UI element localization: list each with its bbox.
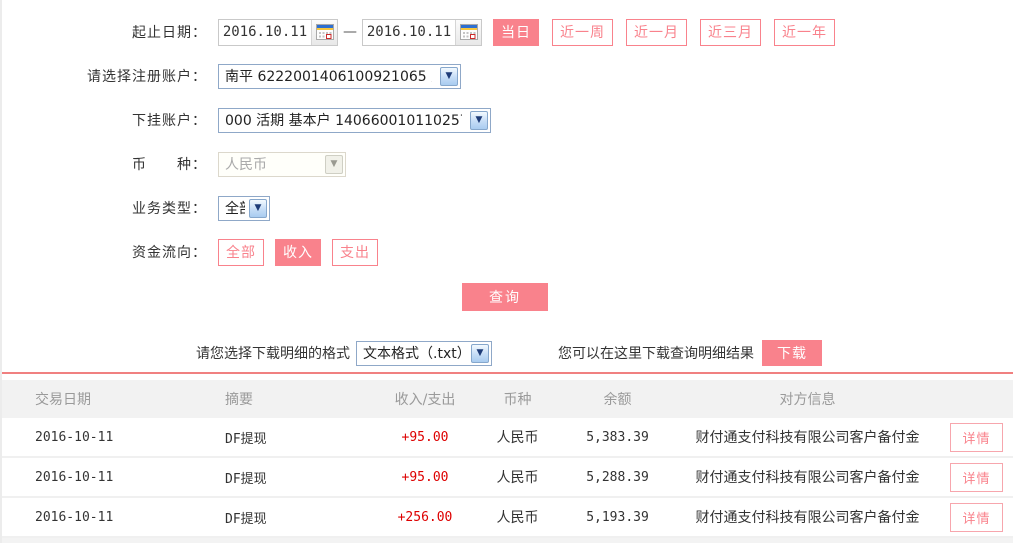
sub-account-label: 下挂账户： [132,113,207,129]
cell-counterparty: 财付通支付科技有限公司客户备付金 [695,470,920,486]
section-divider-line [0,372,1013,374]
table-row: 2016-10-11 DF提现 +95.00 人民币 5,383.39 财付通支… [0,418,1013,458]
chevron-down-icon: ▼ [470,110,488,130]
header-amount: 收入/支出 [394,392,456,408]
currency-row: 币 种： 人民币 ▼ [0,150,1013,178]
quick-range-month-button[interactable]: 近一月 [626,18,687,46]
quick-range-today-button[interactable]: 当日 [493,18,539,46]
cell-summary: DF提现 [225,471,267,487]
download-format-value: 文本格式（.txt） [363,346,463,362]
cell-summary: DF提现 [225,511,267,527]
table-row: 2016-10-11 DF提现 +95.00 人民币 5,288.39 财付通支… [0,458,1013,498]
cell-counterparty: 财付通支付科技有限公司客户备付金 [695,430,920,446]
business-type-value: 全部 [225,201,245,217]
header-balance: 余额 [603,392,632,408]
chevron-down-icon: ▼ [440,66,458,86]
sub-account-select[interactable]: 000 活期 基本户 1406600101102571848 ▼ [218,107,491,133]
cell-currency: 人民币 [496,430,539,446]
fund-flow-row: 资金流向： 全部 收入 支出 [0,238,1013,266]
chevron-down-icon: ▼ [471,343,489,363]
start-date-calendar-button[interactable] [311,19,337,45]
fund-flow-label: 资金流向： [132,245,207,261]
sub-account-row: 下挂账户： 000 活期 基本户 1406600101102571848 ▼ [0,106,1013,134]
fund-flow-expense-button[interactable]: 支出 [332,238,378,266]
fund-flow-income-button[interactable]: 收入 [275,238,321,266]
registered-account-select[interactable]: 南平 6222001406100921065 灵通卡 ▼ [218,63,461,89]
calendar-icon [459,24,478,40]
calendar-icon [315,24,334,40]
cell-amount: +95.00 [401,469,449,485]
query-form: 起止日期： 2016.10.11 — 2016.10.11 当日 近一周 近一月… [0,0,1013,311]
download-format-select[interactable]: 文本格式（.txt） ▼ [356,340,492,366]
download-button[interactable]: 下载 [762,340,822,366]
detail-button[interactable]: 详情 [950,422,1003,452]
start-date-input[interactable]: 2016.10.11 [218,18,338,46]
end-date-value[interactable]: 2016.10.11 [363,24,455,40]
detail-button[interactable]: 详情 [950,462,1003,492]
currency-select: 人民币 ▼ [218,151,346,177]
cell-balance: 5,288.39 [586,469,649,485]
bottom-separator-strip [0,538,1013,543]
date-range-row: 起止日期： 2016.10.11 — 2016.10.11 当日 近一周 近一月… [0,18,1013,46]
cell-balance: 5,193.39 [586,509,649,525]
date-range-separator: — [343,24,357,40]
chevron-down-icon: ▼ [249,198,267,218]
quick-range-year-button[interactable]: 近一年 [774,18,835,46]
table-header-row: 交易日期 摘要 收入/支出 币种 余额 对方信息 [0,380,1013,418]
quick-range-week-button[interactable]: 近一周 [552,18,613,46]
cell-balance: 5,383.39 [586,429,649,445]
page-left-border [0,0,2,543]
fund-flow-all-button[interactable]: 全部 [218,238,264,266]
end-date-calendar-button[interactable] [455,19,481,45]
registered-account-value: 南平 6222001406100921065 灵通卡 [225,69,432,85]
currency-label: 币 种： [132,157,207,173]
detail-button[interactable]: 详情 [950,502,1003,532]
cell-date: 2016-10-11 [35,509,114,525]
download-hint-text: 您可以在这里下载查询明细结果 [558,346,754,362]
query-button[interactable]: 查询 [462,283,548,311]
header-currency: 币种 [503,392,532,408]
business-type-row: 业务类型： 全部 ▼ [0,194,1013,222]
registered-account-label: 请选择注册账户： [87,69,207,85]
cell-summary: DF提现 [225,431,267,447]
end-date-input[interactable]: 2016.10.11 [362,18,482,46]
cell-currency: 人民币 [496,510,539,526]
cell-counterparty: 财付通支付科技有限公司客户备付金 [695,510,920,526]
header-counterparty: 对方信息 [779,392,836,408]
download-format-label: 请您选择下载明细的格式 [196,346,350,362]
download-row: 请您选择下载明细的格式 文本格式（.txt） ▼ 您可以在这里下载查询明细结果 … [0,340,1013,366]
quick-range-3months-button[interactable]: 近三月 [700,18,761,46]
currency-value: 人民币 [225,157,267,173]
sub-account-value: 000 活期 基本户 1406600101102571848 [225,113,462,129]
cell-amount: +95.00 [401,429,449,445]
cell-date: 2016-10-11 [35,469,114,485]
business-type-label: 业务类型： [132,201,207,217]
business-type-select[interactable]: 全部 ▼ [218,195,270,221]
header-date: 交易日期 [35,392,91,408]
registered-account-row: 请选择注册账户： 南平 6222001406100921065 灵通卡 ▼ [0,62,1013,90]
table-row: 2016-10-11 DF提现 +256.00 人民币 5,193.39 财付通… [0,498,1013,538]
date-range-label: 起止日期： [132,25,207,41]
chevron-down-icon: ▼ [325,154,343,174]
header-summary: 摘要 [225,392,253,408]
cell-amount: +256.00 [397,509,453,525]
cell-date: 2016-10-11 [35,429,114,445]
cell-currency: 人民币 [496,470,539,486]
start-date-value[interactable]: 2016.10.11 [219,24,311,40]
